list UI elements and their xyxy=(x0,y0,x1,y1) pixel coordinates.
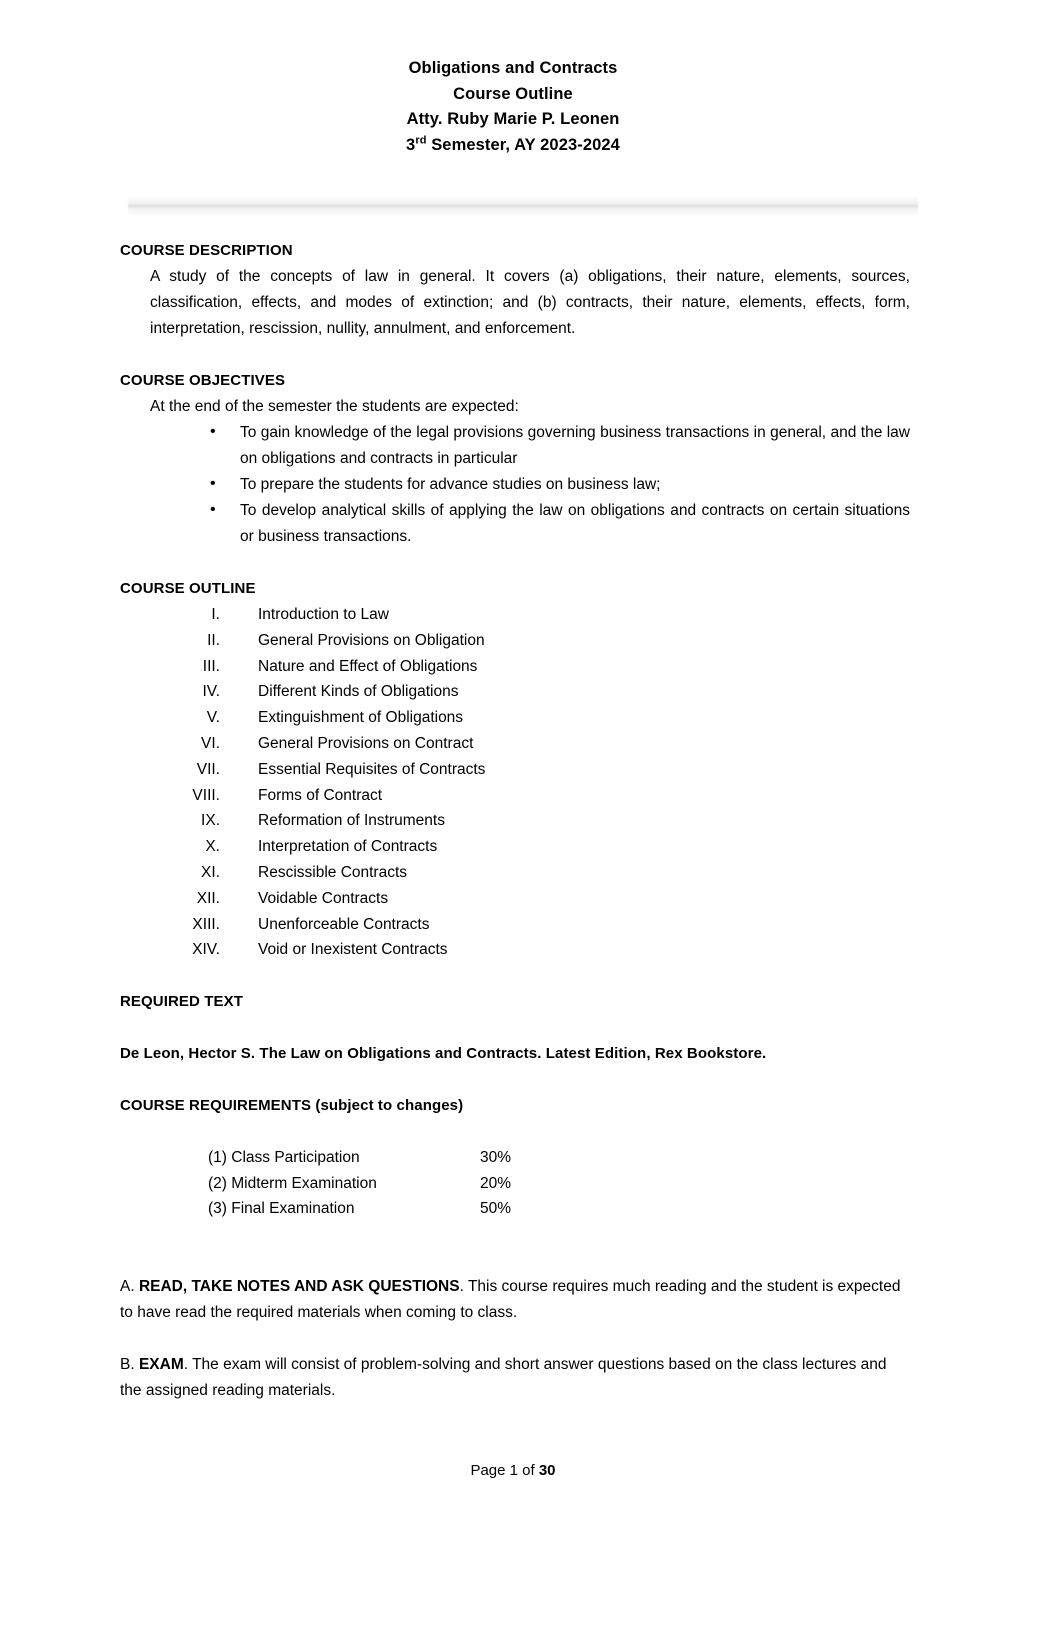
outline-number: XIV. xyxy=(192,941,220,959)
table-row: (2) Midterm Examination 20% xyxy=(208,1171,560,1197)
header-instructor: Atty. Ruby Marie P. Leonen xyxy=(406,110,620,129)
outline-label: Extinguishment of Obligations xyxy=(258,709,464,727)
outline-label: Unenforceable Contracts xyxy=(258,915,430,933)
section-heading-course-outline: COURSE OUTLINE xyxy=(120,580,256,597)
outline-label: Voidable Contracts xyxy=(258,889,389,907)
outline-number: V. xyxy=(206,709,220,727)
semester-ordinal-suffix: rd xyxy=(415,134,427,147)
outline-label: General Provisions on Contract xyxy=(258,734,474,752)
header-subtitle: Course Outline xyxy=(453,84,573,103)
requirement-item: (2) Midterm Examination xyxy=(208,1174,377,1192)
requirement-percent: 20% xyxy=(480,1174,512,1192)
note-a-emphasis: READ, TAKE NOTES AND ASK QUESTIONS xyxy=(138,1277,460,1295)
outline-label: Void or Inexistent Contracts xyxy=(258,941,448,959)
outline-item: VI. General Provisions on Contract xyxy=(120,731,910,757)
page-footer: Page 1 of 30 xyxy=(0,1459,1026,1483)
outline-label: Different Kinds of Obligations xyxy=(258,683,459,701)
section-heading-required-text: REQUIRED TEXT xyxy=(120,993,243,1011)
outline-number: VI. xyxy=(201,734,220,752)
course-outline-list: I. Introduction to Law II. General Provisi… xyxy=(120,602,910,963)
table-row: (1) Class Participation 30% xyxy=(208,1145,560,1171)
outline-number: XII. xyxy=(196,889,220,907)
document-body: COURSE DESCRIPTION A study of the concep… xyxy=(120,238,910,1404)
document-header: Obligations and Contracts Course Outline… xyxy=(0,56,1026,158)
outline-item: XIII. Unenforceable Contracts xyxy=(120,912,910,938)
outline-item: XIV. Void or Inexistent Contracts xyxy=(120,937,910,963)
outline-number: VII. xyxy=(196,760,220,778)
note-a-paragraph: A. READ, TAKE NOTES AND ASK QUESTIONS. T… xyxy=(120,1274,910,1326)
semester-year: Semester, AY 2023-2024 xyxy=(426,135,620,154)
footer-page-prefix: Page 1 of xyxy=(470,1462,539,1479)
header-divider xyxy=(128,196,918,216)
outline-label: General Provisions on Obligation xyxy=(258,631,485,649)
outline-item: III. Nature and Effect of Obligations xyxy=(120,654,910,680)
outline-item: IX. Reformation of Instruments xyxy=(120,808,910,834)
outline-label: Essential Requisites of Contracts xyxy=(258,760,486,778)
outline-number: XIII. xyxy=(192,915,220,933)
outline-item: I. Introduction to Law xyxy=(120,602,910,628)
outline-label: Rescissible Contracts xyxy=(258,863,408,881)
requirement-item: (3) Final Examination xyxy=(208,1200,355,1218)
list-item: To prepare the students for advance stud… xyxy=(210,471,910,498)
required-text-citation: De Leon, Hector S. The Law on Obligation… xyxy=(120,1045,767,1063)
list-item: To develop analytical skills of applying… xyxy=(210,497,910,550)
outline-item: IV. Different Kinds of Obligations xyxy=(120,679,910,705)
requirement-item: (1) Class Participation xyxy=(208,1149,360,1167)
table-row: (3) Final Examination 50% xyxy=(208,1196,560,1222)
section-heading-course-requirements: COURSE REQUIREMENTS (subject to changes) xyxy=(120,1097,464,1115)
grading-breakdown-table: (1) Class Participation 30% (2) Midterm … xyxy=(208,1145,560,1222)
outline-item: XI. Rescissible Contracts xyxy=(120,860,910,886)
header-title: Obligations and Contracts xyxy=(408,59,618,77)
course-objectives-list: To gain knowledge of the legal provision… xyxy=(120,419,910,550)
semester-number: 3 xyxy=(406,135,416,154)
outline-label: Introduction to Law xyxy=(258,606,389,623)
course-description-text: A study of the concepts of law in genera… xyxy=(150,268,910,337)
outline-number: VIII. xyxy=(192,786,220,804)
outline-label: Reformation of Instruments xyxy=(258,812,445,830)
outline-item: VIII. Forms of Contract xyxy=(120,783,910,809)
requirement-percent: 30% xyxy=(480,1149,512,1167)
outline-item: X. Interpretation of Contracts xyxy=(120,834,910,860)
section-heading-course-description: COURSE DESCRIPTION xyxy=(120,242,293,259)
note-b-paragraph: B. EXAM. The exam will consist of proble… xyxy=(120,1352,910,1404)
note-b-prefix: B. xyxy=(120,1355,139,1373)
outline-number: III. xyxy=(202,657,220,675)
outline-item: XII. Voidable Contracts xyxy=(120,886,910,912)
outline-item: II. General Provisions on Obligation xyxy=(120,628,910,654)
outline-item: VII. Essential Requisites of Contracts xyxy=(120,757,910,783)
document-page: Obligations and Contracts Course Outline… xyxy=(0,0,1062,1627)
outline-number: X. xyxy=(205,838,220,856)
note-a-prefix: A. xyxy=(120,1277,139,1295)
outline-label: Forms of Contract xyxy=(258,786,383,804)
outline-label: Nature and Effect of Obligations xyxy=(258,657,478,675)
list-item: To gain knowledge of the legal provision… xyxy=(210,419,910,472)
outline-label: Interpretation of Contracts xyxy=(258,838,438,856)
requirement-percent: 50% xyxy=(480,1200,512,1218)
header-semester: 3rd Semester, AY 2023-2024 xyxy=(0,133,1026,159)
section-heading-course-objectives: COURSE OBJECTIVES xyxy=(120,372,286,389)
footer-page-total: 30 xyxy=(538,1462,556,1479)
outline-item: V. Extinguishment of Obligations xyxy=(120,705,910,731)
note-b-emphasis: EXAM xyxy=(138,1355,184,1373)
course-objectives-intro: At the end of the semester the students … xyxy=(150,398,519,415)
outline-number: XI. xyxy=(201,863,220,881)
outline-number: IV. xyxy=(202,683,220,701)
outline-number: II. xyxy=(207,631,220,649)
outline-number: I. xyxy=(211,606,220,623)
outline-number: IX. xyxy=(201,812,220,830)
note-b-body: . The exam will consist of problem-solvi… xyxy=(120,1355,887,1399)
